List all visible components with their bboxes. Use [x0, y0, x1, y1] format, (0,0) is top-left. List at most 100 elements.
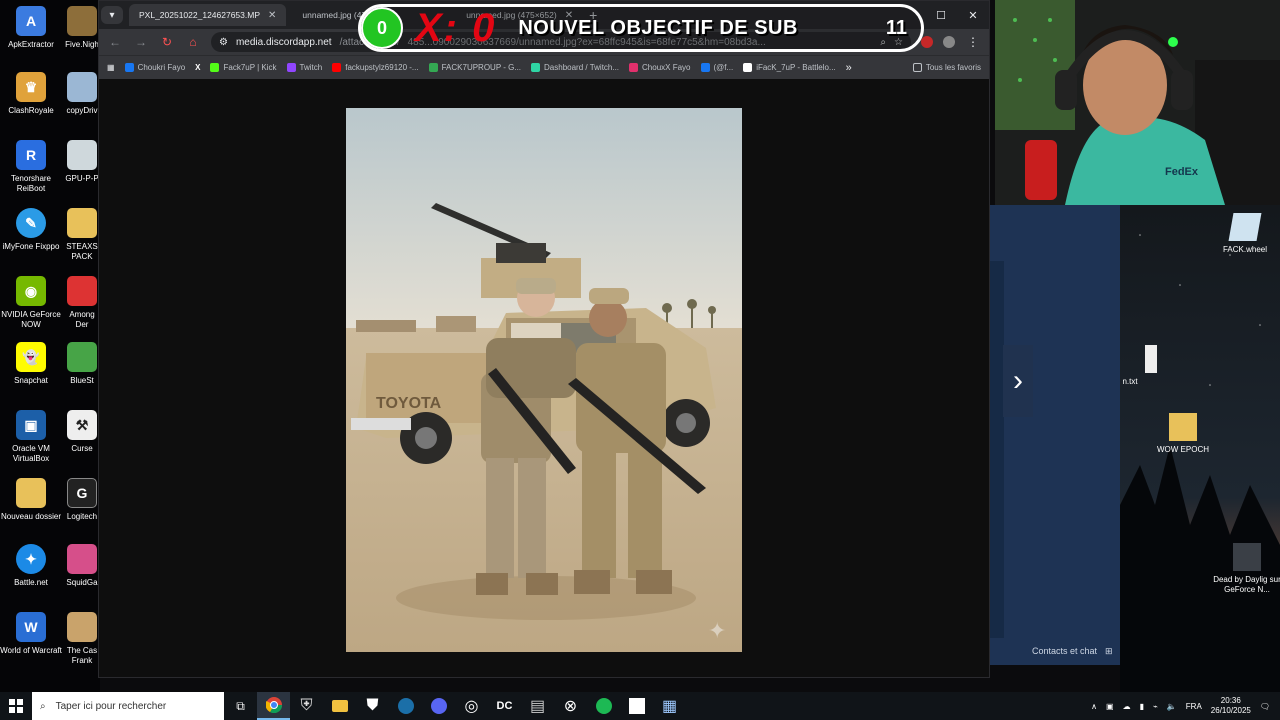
close-icon[interactable]: ✕: [268, 10, 276, 21]
shirt-logo: FedEx: [1165, 166, 1199, 178]
bookmark-label: FACK7UPROUP - G...: [441, 63, 522, 72]
site-info-icon[interactable]: ⚙: [219, 37, 228, 48]
show-hidden-icons[interactable]: ∧: [1091, 702, 1097, 711]
desktop-icon-wow-epoch[interactable]: WOW EPOCH: [1148, 413, 1218, 455]
forward-icon[interactable]: →: [133, 35, 149, 49]
home-icon[interactable]: ⌂: [185, 35, 201, 49]
notifications-icon[interactable]: 🗨: [1260, 702, 1270, 711]
app-window-icon[interactable]: ▤: [521, 692, 554, 720]
bookmark-label: Twitch: [299, 63, 323, 72]
desktop-icon-label: WOW EPOCH: [1157, 445, 1209, 454]
clock[interactable]: 20:36 26/10/2025: [1211, 696, 1251, 716]
twitch-icon: [286, 63, 296, 72]
bookmark-youtube[interactable]: fackupstylz69120 -...: [332, 63, 419, 72]
spotify-icon[interactable]: [587, 692, 620, 720]
desktop-icon-label: Logitech: [66, 512, 98, 521]
bookmark-twitch[interactable]: Twitch: [286, 63, 323, 72]
profile-avatar[interactable]: [943, 36, 955, 48]
desktop-icon-label: GPU-P-P: [65, 174, 99, 183]
desktop-icon-nouveau-dossier[interactable]: Nouveau dossier: [0, 478, 62, 522]
bookmark-facebook[interactable]: Choukri Fayo: [124, 63, 185, 72]
bookmark-x[interactable]: X: [195, 63, 200, 72]
desktop-icon-squidgame[interactable]: SquidGa: [62, 544, 102, 588]
clock-time: 20:36: [1220, 696, 1241, 705]
dc-icon[interactable]: DC: [488, 692, 521, 720]
all-favorites[interactable]: Tous les favoris: [912, 63, 981, 72]
windows-icon: [9, 699, 23, 713]
taskbar-search[interactable]: ⌕ Taper ici pour rechercher: [32, 692, 224, 720]
desktop-icon-label: iMyFone Fixppo: [2, 242, 60, 251]
start-button[interactable]: [0, 692, 32, 720]
facebook-icon: [124, 63, 134, 72]
shield-taskbar-icon[interactable]: ⛨: [290, 692, 323, 720]
desktop-icon-copydriv[interactable]: copyDriv: [62, 72, 102, 116]
desktop-icon-bluestacks[interactable]: BlueSt: [62, 342, 102, 386]
desktop-icon-snapchat[interactable]: 👻 Snapchat: [0, 342, 62, 386]
obs-studio-icon[interactable]: ◎: [455, 692, 488, 720]
desktop-icon-label: n.txt: [1122, 377, 1138, 386]
chrome-taskbar-icon[interactable]: [257, 692, 290, 720]
displayed-photo[interactable]: TOYOTA ✦: [346, 108, 742, 652]
search-placeholder: Taper ici pour rechercher: [55, 700, 167, 712]
facebook-icon: [700, 63, 710, 72]
network-icon[interactable]: ⌁: [1153, 702, 1158, 711]
desktop-icon-label: Battle.net: [14, 578, 48, 587]
squidgame-icon: [67, 544, 97, 574]
kick-taskbar-icon[interactable]: [620, 692, 653, 720]
bookmark-facebook-2[interactable]: (@f...: [700, 63, 733, 72]
desktop-icon-label: Nouveau dossier: [0, 512, 62, 521]
bookmark-instagram[interactable]: ChouxX Fayo: [629, 63, 691, 72]
tray-app-icon[interactable]: ▣: [1106, 702, 1114, 711]
task-view-icon[interactable]: ⧉: [224, 692, 257, 720]
tab-search-button[interactable]: ▾: [101, 6, 123, 24]
desktop-icon-fivenights[interactable]: Five.Nigh: [62, 6, 102, 50]
bookmark-dashboard[interactable]: Dashboard / Twitch...: [531, 63, 619, 72]
speaker-icon[interactable]: 🔈: [1167, 702, 1177, 711]
desktop-icon-gpu[interactable]: GPU-P-P: [62, 140, 102, 184]
menu-icon[interactable]: ⋮: [965, 35, 981, 49]
desktop-icon-steaxs[interactable]: STEAXS PACK: [62, 208, 102, 262]
desktop-icon-fackwheel[interactable]: FACK.wheel: [1210, 213, 1280, 255]
file-icon: [67, 140, 97, 170]
restore-icon[interactable]: ☐: [925, 1, 957, 29]
close-window-icon[interactable]: ✕: [957, 1, 989, 29]
language-indicator[interactable]: FRA: [1186, 702, 1202, 711]
tab-video[interactable]: PXL_20251022_124627653.MP ✕: [129, 4, 287, 26]
among-us-icon: [67, 276, 97, 306]
obs-icon[interactable]: [422, 692, 455, 720]
desktop-icon-thecastle[interactable]: The Cas Frank: [62, 612, 102, 666]
bookmark-battlelog[interactable]: iFacK_7uP - Battlelo...: [743, 63, 836, 72]
extension-icon[interactable]: [921, 36, 933, 48]
bookmark-kick[interactable]: Fack7uP | Kick: [210, 63, 277, 72]
fnaf-icon: [67, 6, 97, 36]
desktop-icon-txt[interactable]: n.txt: [1120, 345, 1165, 387]
more-bookmarks-icon[interactable]: »: [846, 62, 852, 74]
bookmark-drive[interactable]: FACK7UPROUP - G...: [428, 63, 522, 72]
desktop-icon-dbd-geforce[interactable]: Dead by Daylig sur GeForce N...: [1212, 543, 1280, 595]
desktop-icon-label: Dead by Daylig sur GeForce N...: [1213, 575, 1280, 594]
next-arrow-button[interactable]: ›: [1003, 345, 1033, 417]
steam-icon[interactable]: [389, 692, 422, 720]
desktop-icon-logitech[interactable]: G Logitech: [62, 478, 102, 522]
desktop-icon-geforce-now[interactable]: ◉ NVIDIA GeForce NOW: [0, 276, 62, 330]
contacts-chat-button[interactable]: Contacts et chat ⊞: [990, 638, 1120, 664]
desktop-icon-apkextractor[interactable]: A ApkExtractor: [0, 6, 62, 50]
desktop-icon-wow[interactable]: W World of Warcraft: [0, 612, 62, 656]
desktop-icon-among[interactable]: Among Der: [62, 276, 102, 330]
defender-icon[interactable]: ⛊: [356, 692, 389, 720]
desktop-icon-clashroyale[interactable]: ♛ ClashRoyale: [0, 72, 62, 116]
desktop-icon-reiboot[interactable]: R Tenorshare ReiBoot: [0, 140, 62, 194]
calculator-icon[interactable]: ▦: [653, 692, 686, 720]
file-explorer-icon[interactable]: [323, 692, 356, 720]
window-controls: ☐ ✕: [925, 1, 989, 29]
desktop-icon-curse[interactable]: ⚒ Curse: [62, 410, 102, 454]
desktop-icon-battlenet[interactable]: ✦ Battle.net: [0, 544, 62, 588]
apps-icon[interactable]: ▦: [107, 63, 115, 72]
xbox-icon[interactable]: ⊗: [554, 692, 587, 720]
back-icon[interactable]: ←: [107, 35, 123, 49]
reload-icon[interactable]: ↻: [159, 35, 175, 49]
desktop-icon-virtualbox[interactable]: ▣ Oracle VM VirtualBox: [0, 410, 62, 464]
tray-usb-icon[interactable]: ▮: [1140, 702, 1144, 711]
tray-onedrive-icon[interactable]: ☁: [1123, 702, 1131, 711]
desktop-icon-imyfone[interactable]: ✎ iMyFone Fixppo: [0, 208, 62, 252]
